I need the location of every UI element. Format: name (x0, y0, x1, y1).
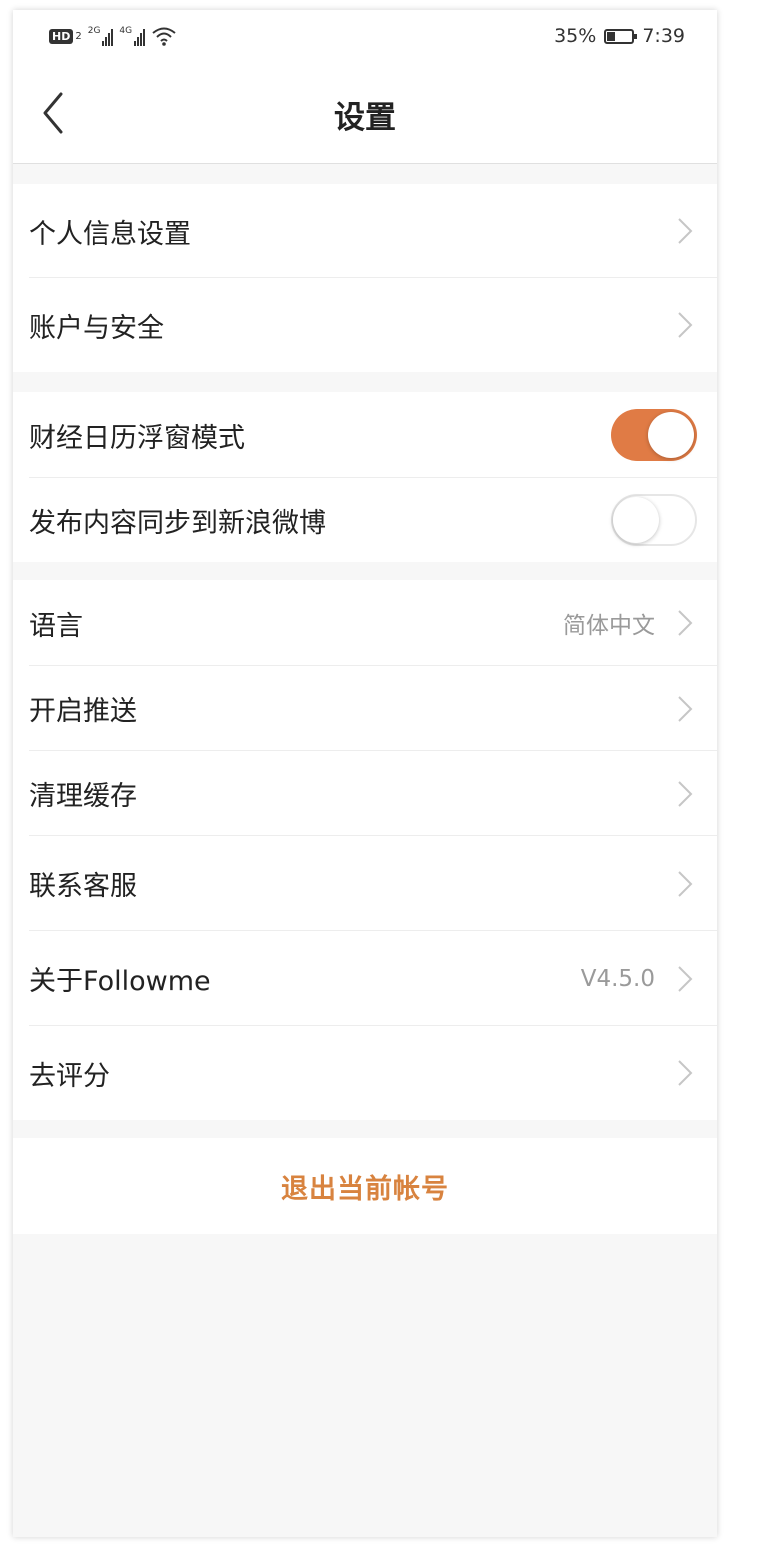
page-title: 设置 (334, 100, 396, 136)
chevron-right-icon (678, 965, 693, 992)
row-label: 发布内容同步到新浪微博 (29, 507, 326, 539)
settings-row-language[interactable]: 语言 简体中文 (13, 580, 717, 666)
hd-icon: HD (49, 28, 74, 44)
language-value: 简体中文 (563, 613, 655, 639)
settings-row-contact-support[interactable]: 联系客服 (13, 836, 717, 931)
settings-row-about[interactable]: 关于Followme V4.5.0 (13, 931, 717, 1026)
row-label: 账户与安全 (29, 312, 164, 344)
sim-badge: 2 (75, 30, 82, 42)
signal-icon: 2G (88, 26, 114, 46)
settings-row-account-security[interactable]: 账户与安全 (13, 278, 717, 372)
settings-row-push[interactable]: 开启推送 (13, 666, 717, 751)
chevron-right-icon (678, 610, 693, 636)
row-label: 个人信息设置 (29, 218, 191, 250)
chevron-right-icon (678, 218, 693, 244)
calendar-float-toggle[interactable] (611, 409, 697, 461)
signal-icon: 4G (119, 26, 146, 46)
settings-row-calendar-float: 财经日历浮窗模式 (13, 392, 717, 478)
toggle-knob (648, 412, 694, 458)
status-bar: HD 2 2G 4G 35% 7:39 (13, 10, 717, 62)
chevron-right-icon (678, 695, 693, 722)
network-type-label: 2G (87, 26, 101, 36)
nav-header: 设置 (13, 62, 717, 164)
toggle-knob (613, 497, 659, 543)
battery-fill (607, 31, 616, 41)
settings-row-clear-cache[interactable]: 清理缓存 (13, 751, 717, 836)
settings-group-account: 个人信息设置 账户与安全 (13, 184, 717, 372)
chevron-right-icon (678, 312, 693, 338)
row-label: 关于Followme (29, 966, 211, 997)
settings-row-profile[interactable]: 个人信息设置 (13, 184, 717, 278)
row-label: 财经日历浮窗模式 (29, 422, 245, 454)
version-value: V4.5.0 (580, 965, 655, 992)
phone-screen: HD 2 2G 4G 35% 7:39 设置 个人信息设置 账户与安全 财经日历… (13, 10, 717, 1537)
chevron-right-icon (678, 780, 693, 807)
settings-group-general: 语言 简体中文 开启推送 清理缓存 联系客服 关于Followme V4.5.0 (13, 580, 717, 1120)
row-label: 清理缓存 (29, 781, 137, 812)
battery-icon (604, 28, 638, 44)
settings-row-weibo-sync: 发布内容同步到新浪微博 (13, 478, 717, 562)
row-label: 开启推送 (29, 696, 137, 727)
chevron-right-icon (678, 870, 693, 897)
row-label: 语言 (29, 610, 83, 642)
chevron-right-icon (678, 1060, 693, 1086)
logout-label: 退出当前帐号 (281, 1173, 449, 1205)
network-type-label: 4G (119, 26, 133, 36)
status-bar-right: 35% 7:39 (554, 23, 685, 49)
battery-percent: 35% (554, 25, 597, 47)
weibo-sync-toggle[interactable] (611, 494, 697, 546)
row-label: 联系客服 (29, 871, 137, 902)
status-bar-left: HD 2 2G 4G (49, 24, 177, 48)
clock: 7:39 (642, 25, 685, 47)
row-label: 去评分 (29, 1060, 110, 1092)
logout-button[interactable]: 退出当前帐号 (13, 1138, 717, 1234)
wifi-icon (152, 27, 176, 46)
settings-group-toggles: 财经日历浮窗模式 发布内容同步到新浪微博 (13, 392, 717, 562)
settings-row-rate[interactable]: 去评分 (13, 1026, 717, 1120)
